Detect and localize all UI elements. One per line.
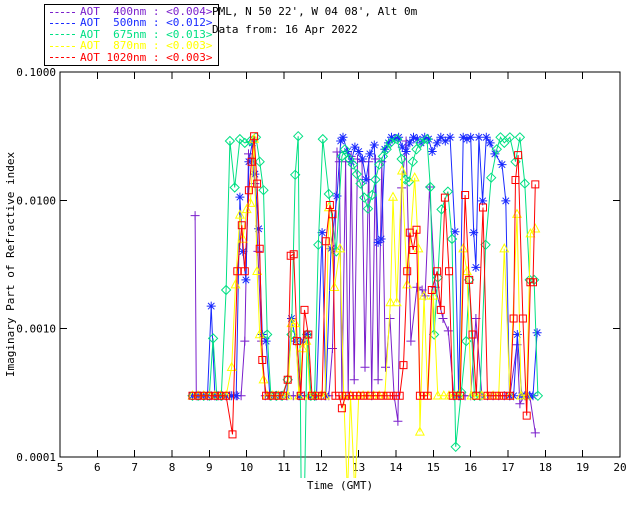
y-tick-label: 0.1000 — [16, 66, 56, 79]
x-tick-label: 9 — [206, 461, 213, 474]
legend-line-sample — [50, 31, 75, 36]
y-tick-label: 0.0100 — [16, 194, 56, 207]
x-tick-label: 17 — [501, 461, 514, 474]
legend-line-sample — [50, 43, 75, 47]
plot-header: PML, N 50 22', W 04 08', Alt 0m Data fro… — [212, 3, 417, 39]
x-tick-label: 10 — [240, 461, 253, 474]
x-tick-label: 7 — [131, 461, 138, 474]
aeronet-refractive-index-screen: AOT 400nm : <0.004> AOT 500nm : <0.012> AO… — [0, 0, 640, 512]
x-tick-label: 8 — [169, 461, 176, 474]
x-tick-label: 11 — [277, 461, 290, 474]
site-location-text: PML, N 50 22', W 04 08', Alt 0m — [212, 5, 418, 18]
x-tick-label: 16 — [464, 461, 477, 474]
x-axis-title: Time (GMT) — [307, 479, 373, 492]
series-aot-675nm — [187, 130, 544, 478]
x-tick-label: 15 — [427, 461, 440, 474]
y-tick-label: 0.0010 — [16, 323, 56, 336]
legend-line-sample — [50, 9, 75, 13]
refractive-index-chart: 5 6 7 8 9 10 11 12 13 14 15 16 17 18 19 200.00010.00100… — [4, 66, 627, 492]
x-tick-label: 6 — [94, 461, 101, 474]
legend-box: AOT 400nm : <0.004> AOT 500nm : <0.012> AO… — [44, 4, 220, 66]
legend-line-sample — [50, 20, 75, 24]
x-tick-label: 18 — [539, 461, 552, 474]
y-tick-label: 0.0001 — [16, 451, 56, 464]
legend-entry-aot-1020nm: AOT 1020nm : <0.003> — [50, 50, 213, 64]
x-tick-label: 5 — [57, 461, 64, 474]
x-tick-label: 19 — [576, 461, 589, 474]
legend-entry-label: AOT 1020nm : <0.003> — [80, 50, 213, 64]
x-tick-label: 14 — [389, 461, 403, 474]
legend-line-sample — [50, 54, 75, 59]
y-axis-title: Imaginary Part of Refractive index — [4, 152, 17, 378]
x-tick-label: 12 — [315, 461, 328, 474]
x-tick-label: 20 — [613, 461, 626, 474]
data-date-text: Data from: 16 Apr 2022 — [212, 23, 358, 36]
